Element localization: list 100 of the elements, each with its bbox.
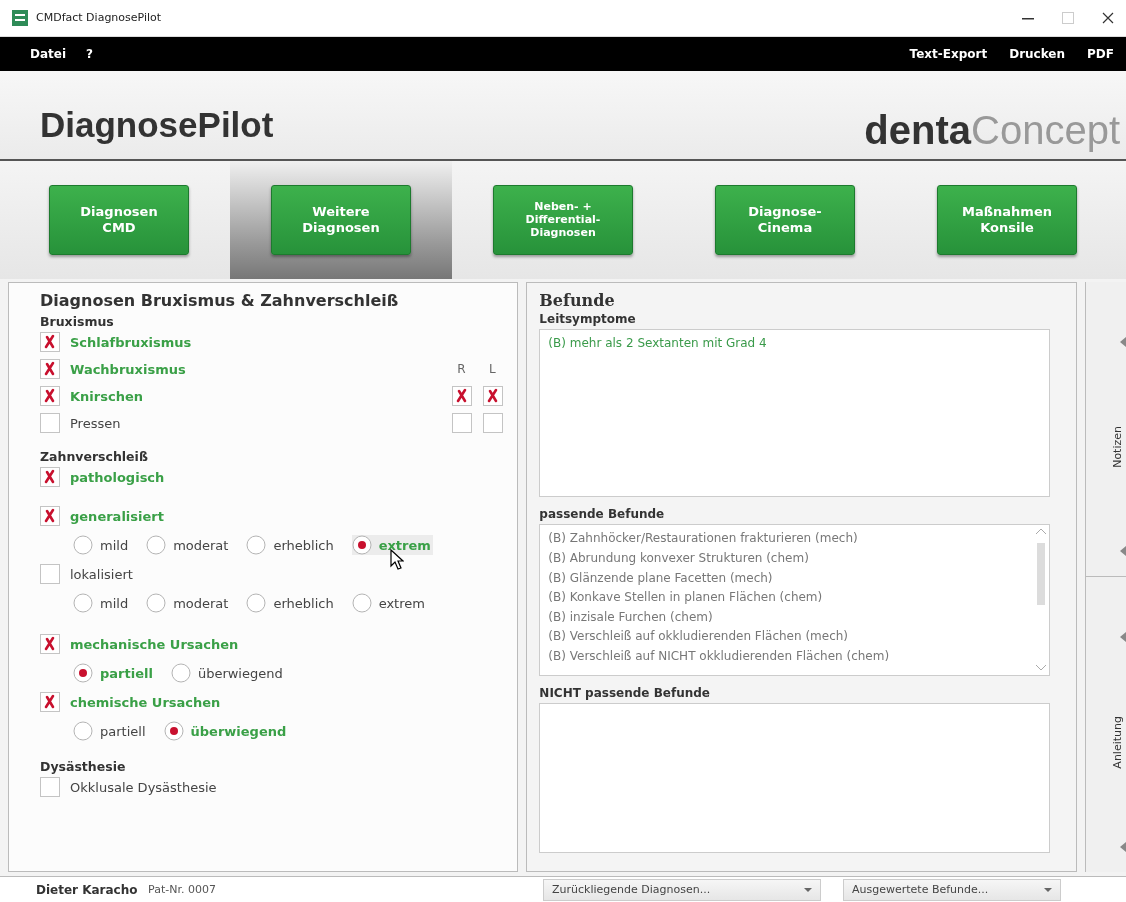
arrow-left-icon[interactable] [1120,632,1126,643]
checkbox[interactable] [40,413,60,434]
maximize-icon[interactable] [1062,11,1074,24]
menu-item[interactable]: ? [86,44,93,63]
option-label[interactable]: überwiegend [190,723,287,739]
option-label[interactable]: lokalisiert [70,566,133,582]
list-item[interactable]: (B) inzisale Furchen (chem) [548,607,1026,628]
option-label[interactable]: erheblich [273,595,334,611]
nav-tab[interactable]: Diagnosen CMD [8,160,230,279]
list-item[interactable]: (B) Zahnhöcker/Restaurationen frakturieren (mech) [548,529,1026,549]
list-item[interactable]: (B) Verschleiß auf okkludierenden Flächen (mech) [548,627,1026,647]
list-item[interactable]: (B) Abrundung konvexer Strukturen (chem) [548,549,1026,569]
option-label[interactable]: moderat [173,595,229,611]
column-label: L [488,362,497,377]
section-heading: Bruxismus [40,313,115,329]
option-label[interactable]: Schlafbruxismus [70,334,192,350]
radio-button[interactable] [73,663,93,684]
option-label[interactable]: partiell [100,723,146,739]
checkbox[interactable] [40,332,60,353]
arrow-left-icon[interactable] [1120,546,1126,557]
checkbox[interactable] [452,386,473,407]
option-label[interactable]: Okklusale Dysästhesie [70,779,217,795]
radio-button[interactable] [163,721,184,742]
app-title: DiagnosePilot [40,104,274,145]
dropdown[interactable]: Zurückliegende Diagnosen... [543,878,821,901]
panel-title: Diagnosen Bruxismus & Zahnverschleiß [40,290,400,310]
list-item[interactable]: (B) mehr als 2 Sextanten mit Grad 4 [548,333,1042,354]
arrow-left-icon[interactable] [1120,336,1126,347]
nav-tab[interactable]: Neben- + Differential- Diagnosen [452,160,674,279]
list-label: Leitsymptome [539,311,637,326]
nav-button[interactable]: Neben- + Differential- Diagnosen [493,184,633,255]
radio-button[interactable] [351,535,372,556]
option-label[interactable]: mild [100,537,129,553]
nav-button[interactable]: Diagnosen CMD [49,184,189,255]
checkbox[interactable] [452,413,473,434]
checkbox[interactable] [40,692,60,713]
checkbox[interactable] [40,634,60,655]
option-label[interactable]: pathologisch [70,469,165,485]
radio-button[interactable] [170,663,191,684]
radio-button[interactable] [351,593,372,614]
nav-tab[interactable]: Weitere Diagnosen [230,160,452,279]
option-label[interactable]: Knirschen [70,388,143,404]
panel-title: Befunde [539,290,616,310]
radio-button[interactable] [73,721,93,742]
option-label[interactable]: chemische Ursachen [70,694,221,710]
radio-button[interactable] [246,593,267,614]
side-tab-label[interactable]: Notizen [1110,425,1124,468]
checkbox[interactable] [483,413,504,434]
list-item[interactable]: (B) Konkave Stellen in planen Flächen (chem) [548,588,1026,608]
nav-tab[interactable]: Maßnahmen Konsile [896,160,1118,279]
radio-button[interactable] [146,535,167,556]
menu-item[interactable]: Drucken [1009,44,1066,63]
list-label: passende Befunde [539,507,666,522]
radio-button[interactable] [73,535,93,556]
nav-button[interactable]: Weitere Diagnosen [271,184,411,255]
dropdown[interactable]: Ausgewertete Befunde... [843,878,1061,901]
patient-name: Dieter Karacho [36,882,139,897]
arrow-left-icon[interactable] [1120,841,1126,852]
close-icon[interactable] [1102,11,1114,24]
checkbox[interactable] [40,359,60,380]
nav-button[interactable]: Diagnose- Cinema [715,184,855,255]
radio-button[interactable] [146,593,167,614]
nav-tab[interactable]: Diagnose- Cinema [674,160,896,279]
menu-item[interactable]: Text-Export [909,44,988,63]
checkbox[interactable] [483,386,504,407]
checkbox[interactable] [40,386,60,407]
list-item[interactable]: (B) Verschleiß auf NICHT okkludierenden Flächen (chem) [548,646,1026,667]
option-label[interactable]: extrem [378,595,425,611]
caret-icon [804,887,812,892]
app-icon [12,9,28,26]
option-label[interactable]: überwiegend [197,665,283,681]
option-label[interactable]: mild [100,595,129,611]
menu-item[interactable]: PDF [1087,44,1114,63]
column-label: R [456,362,467,377]
nav-button[interactable]: Maßnahmen Konsile [937,184,1077,255]
option-label[interactable]: generalisiert [70,508,164,524]
list-item[interactable]: (B) Glänzende plane Facetten (mech) [548,568,1026,589]
checkbox[interactable] [40,467,60,488]
option-label[interactable]: mechanische Ursachen [70,636,239,652]
option-label[interactable]: Wachbruxismus [70,361,186,377]
side-tab[interactable]: Notizen [1086,281,1126,578]
checkbox[interactable] [40,564,60,585]
checkbox[interactable] [40,777,60,798]
patient-number: Pat-Nr. 0007 [148,883,217,896]
radio-button[interactable] [73,593,93,614]
radio-button[interactable] [246,535,267,556]
logo: dentaConcept [864,107,1120,153]
section-heading: Zahnverschleiß [40,448,149,464]
window-title: CMDfact DiagnosePilot [36,11,163,25]
option-label[interactable]: erheblich [273,537,334,553]
option-label[interactable]: moderat [173,537,229,553]
caret-icon [1044,887,1052,892]
side-tab[interactable]: Anleitung [1086,577,1126,872]
section-heading: Dysästhesie [40,758,127,774]
menu-item[interactable]: Datei [30,44,67,63]
option-label[interactable]: Pressen [70,415,121,431]
list-label: NICHT passende Befunde [539,686,711,701]
option-label[interactable]: partiell [100,665,153,681]
side-tab-label[interactable]: Anleitung [1110,715,1124,769]
checkbox[interactable] [40,506,60,527]
